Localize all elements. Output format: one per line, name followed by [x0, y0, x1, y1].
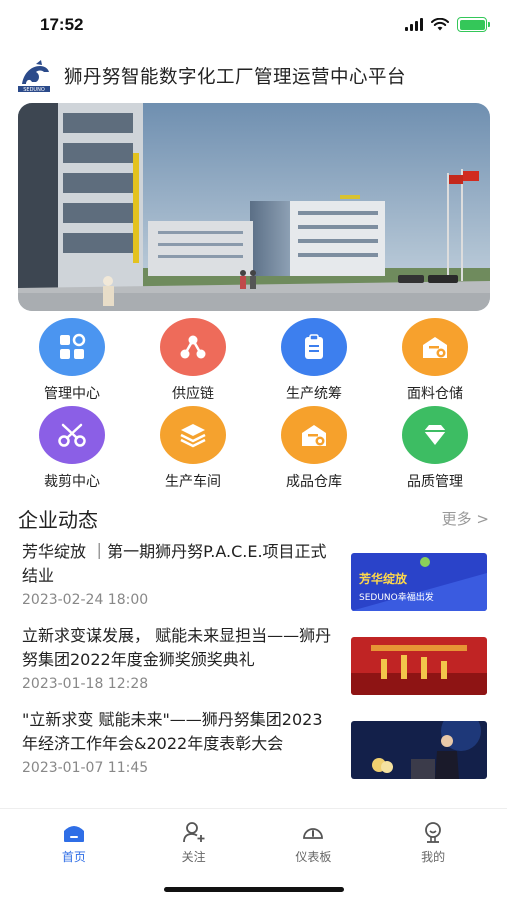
- tab-follow[interactable]: 关注: [144, 819, 244, 865]
- clipboard-icon: [281, 318, 347, 376]
- profile-icon: [420, 819, 446, 845]
- news-list: 芳华绽放 ｜第一期狮丹努P.A.C.E.项目正式结业 2023-02-24 18…: [0, 540, 507, 792]
- wifi-icon: [431, 18, 449, 31]
- network-icon: [160, 318, 226, 376]
- news-section-title: 企业动态: [18, 507, 98, 532]
- grid-label: 生产统筹: [286, 386, 342, 402]
- tab-home[interactable]: 首页: [24, 819, 124, 865]
- news-item[interactable]: "立新求变 赋能未来"——狮丹努集团2023年经济工作年会&2022年度表彰大会…: [0, 708, 507, 792]
- status-time: 17:52: [40, 15, 84, 34]
- news-section-header: 企业动态 更多 >: [18, 502, 489, 534]
- grid-item-production-planning[interactable]: 生产统筹: [260, 318, 368, 406]
- news-headline: 立新求变谋发展， 赋能未来显担当——狮丹努集团2022年度金狮奖颁奖典礼: [22, 626, 332, 669]
- tab-label: 仪表板: [295, 850, 332, 864]
- grid-item-management-center[interactable]: 管理中心: [18, 318, 126, 406]
- grid-label: 管理中心: [44, 386, 100, 402]
- thumb-title: 芳华绽放: [359, 571, 408, 586]
- grid-item-supply-chain[interactable]: 供应链: [139, 318, 247, 406]
- tab-label: 首页: [61, 850, 86, 864]
- grid-label: 裁剪中心: [44, 474, 100, 490]
- grid-item-fabric-storage[interactable]: 面料仓储: [381, 318, 489, 406]
- news-more-link[interactable]: 更多 >: [442, 508, 489, 529]
- grid-label: 面料仓储: [407, 386, 463, 402]
- banner-image: [18, 103, 490, 311]
- app-title: 狮丹努智能数字化工厂管理运营中心平台: [64, 67, 407, 88]
- bottom-tab-bar: 首页 关注 仪表板 我的: [0, 808, 507, 900]
- home-icon: [61, 819, 87, 845]
- scissors-icon: [39, 406, 105, 464]
- grid-label: 生产车间: [165, 474, 221, 490]
- battery-icon: [457, 17, 490, 32]
- status-bar: 17:52: [0, 0, 507, 50]
- tab-profile[interactable]: 我的: [383, 819, 483, 865]
- grid-item-quality-management[interactable]: 品质管理: [381, 406, 489, 494]
- news-thumbnail: [351, 637, 487, 695]
- app-header: SEDUNO 狮丹努智能数字化工厂管理运营中心平台: [14, 56, 493, 96]
- news-item-text: 立新求变谋发展， 赋能未来显担当——狮丹努集团2022年度金狮奖颁奖典礼 202…: [22, 624, 338, 692]
- thumb-subtitle: SEDUNO幸福出发: [359, 591, 434, 603]
- user-add-icon: [181, 819, 207, 845]
- grid-label: 品质管理: [407, 474, 463, 490]
- news-item[interactable]: 芳华绽放 ｜第一期狮丹努P.A.C.E.项目正式结业 2023-02-24 18…: [0, 540, 507, 624]
- news-headline: "立新求变 赋能未来"——狮丹努集团2023年经济工作年会&2022年度表彰大会: [22, 710, 323, 753]
- svg-text:SEDUNO: SEDUNO: [23, 87, 45, 93]
- news-date: 2023-01-18 12:28: [22, 676, 149, 692]
- news-item[interactable]: 立新求变谋发展， 赋能未来显担当——狮丹努集团2022年度金狮奖颁奖典礼 202…: [0, 624, 507, 708]
- home-indicator[interactable]: [164, 887, 344, 892]
- status-icons: [405, 17, 490, 32]
- layers-icon: [160, 406, 226, 464]
- news-thumbnail: [351, 721, 487, 779]
- diamond-icon: [402, 406, 468, 464]
- function-grid: 管理中心 供应链 生产统筹 面料仓储 裁剪中心 生产车间 成品仓库 品质管理: [0, 318, 507, 494]
- tab-dashboard[interactable]: 仪表板: [263, 819, 363, 865]
- warehouse-icon: [402, 318, 468, 376]
- news-headline: 芳华绽放 ｜第一期狮丹努P.A.C.E.项目正式结业: [22, 542, 327, 585]
- news-item-text: 芳华绽放 ｜第一期狮丹努P.A.C.E.项目正式结业 2023-02-24 18…: [22, 540, 338, 608]
- management-grid-icon: [39, 318, 105, 376]
- tab-label: 我的: [421, 850, 446, 864]
- lion-logo-icon: SEDUNO: [18, 60, 50, 93]
- banner-carousel[interactable]: [18, 103, 490, 311]
- grid-label: 供应链: [172, 386, 214, 402]
- grid-item-production-workshop[interactable]: 生产车间: [139, 406, 247, 494]
- grid-item-finished-goods-warehouse[interactable]: 成品仓库: [260, 406, 368, 494]
- grid-label: 成品仓库: [286, 474, 342, 490]
- tab-label: 关注: [181, 850, 206, 864]
- signal-icon: [405, 18, 423, 31]
- news-date: 2023-02-24 18:00: [22, 592, 149, 608]
- news-item-text: "立新求变 赋能未来"——狮丹努集团2023年经济工作年会&2022年度表彰大会…: [22, 708, 338, 776]
- grid-item-cutting-center[interactable]: 裁剪中心: [18, 406, 126, 494]
- news-thumbnail: 芳华绽放 SEDUNO幸福出发: [351, 553, 487, 611]
- news-date: 2023-01-07 11:45: [22, 760, 149, 776]
- warehouse-icon: [281, 406, 347, 464]
- dashboard-icon: [300, 819, 326, 845]
